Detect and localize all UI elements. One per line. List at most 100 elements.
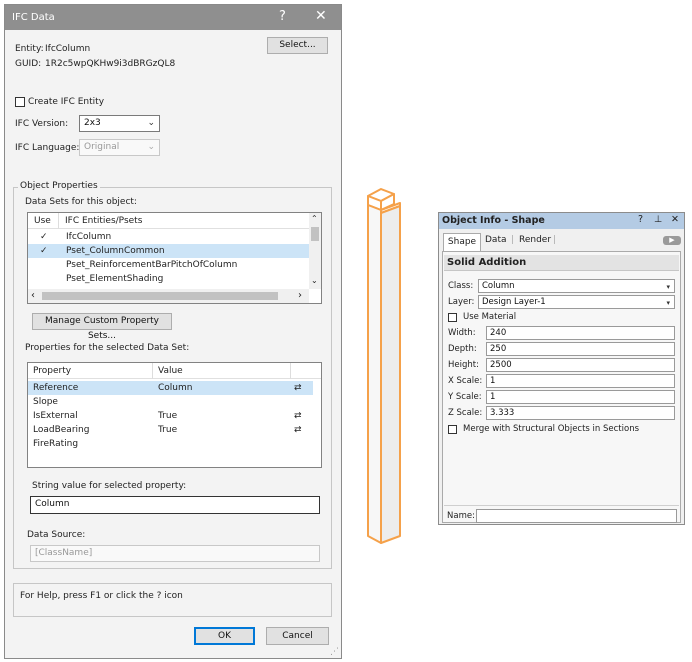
help-icon[interactable]: ? xyxy=(279,9,286,24)
chevron-down-icon: ⌄ xyxy=(147,142,155,152)
name-input[interactable] xyxy=(476,509,677,523)
x-scale-value: 1 xyxy=(490,376,496,386)
resize-grip-icon[interactable]: ⋰ xyxy=(330,647,339,657)
x-scale-label: X Scale: xyxy=(448,376,483,386)
property-name: Slope xyxy=(33,397,58,407)
tab-render[interactable]: Render xyxy=(519,235,551,245)
column-shape[interactable] xyxy=(367,188,401,544)
scroll-left-icon[interactable]: ‹ xyxy=(31,290,35,301)
property-value: True xyxy=(158,411,178,421)
string-value-input[interactable]: Column xyxy=(30,496,320,514)
palette-titlebar[interactable]: Object Info - Shape ? ⊥ ✕ xyxy=(439,213,684,229)
property-name: IsExternal xyxy=(33,411,78,421)
data-source-label: Data Source: xyxy=(27,530,86,540)
close-icon[interactable]: ✕ xyxy=(671,214,679,225)
scroll-thumb[interactable] xyxy=(42,292,278,300)
object-type-header: Solid Addition xyxy=(444,255,679,271)
guid-label: GUID: xyxy=(15,59,42,69)
property-name: Reference xyxy=(33,383,79,393)
horizontal-scrollbar[interactable]: ‹ › xyxy=(28,289,309,303)
string-value-text: Column xyxy=(35,499,70,509)
merge-structural-checkbox[interactable] xyxy=(448,425,457,434)
ifc-data-dialog: IFC Data ? ✕ Entity: IfcColumn GUID: 1R2… xyxy=(4,4,342,659)
table-row[interactable]: LoadBearing True ⇄ xyxy=(28,423,313,437)
properties-list[interactable]: Property Value Reference Column ⇄ Slope … xyxy=(27,362,322,468)
ifc-language-label: IFC Language: xyxy=(15,143,80,153)
check-icon: ✓ xyxy=(40,246,48,256)
column-header-entities[interactable]: IFC Entities/Psets xyxy=(65,216,142,226)
layer-value: Design Layer-1 xyxy=(482,297,546,307)
ifc-version-select[interactable]: 2x3 ⌄ xyxy=(79,115,160,132)
help-icon[interactable]: ? xyxy=(638,214,643,225)
dialog-titlebar[interactable]: IFC Data ? ✕ xyxy=(5,5,341,30)
depth-input[interactable]: 250 xyxy=(486,342,675,356)
select-button[interactable]: Select... xyxy=(267,37,328,54)
z-scale-input[interactable]: 3.333 xyxy=(486,406,675,420)
close-icon[interactable]: ✕ xyxy=(315,8,327,24)
column-divider xyxy=(290,363,291,379)
table-row[interactable]: Slope xyxy=(28,395,313,409)
width-label: Width: xyxy=(448,328,476,338)
manage-custom-property-sets-button[interactable]: Manage Custom Property Sets... xyxy=(32,313,172,341)
scroll-right-icon[interactable]: › xyxy=(298,290,302,301)
data-set-name: Pset_ColumnCommon xyxy=(66,246,165,256)
y-scale-input[interactable]: 1 xyxy=(486,390,675,404)
check-icon: ✓ xyxy=(40,232,48,242)
divider xyxy=(444,505,679,506)
scroll-thumb[interactable] xyxy=(311,227,319,241)
class-value: Column xyxy=(482,281,515,291)
property-value: True xyxy=(158,425,178,435)
pin-icon[interactable]: ⊥ xyxy=(654,214,662,225)
entity-label: Entity: xyxy=(15,44,44,54)
x-scale-input[interactable]: 1 xyxy=(486,374,675,388)
scroll-down-icon[interactable]: ⌄ xyxy=(311,276,318,285)
shape-pane: Solid Addition Class: Column ▾ Layer: De… xyxy=(442,251,681,523)
list-item[interactable]: Pset_ElementShading xyxy=(28,272,309,286)
y-scale-value: 1 xyxy=(490,392,496,402)
help-text: For Help, press F1 or click the ? icon xyxy=(20,591,183,601)
layer-label: Layer: xyxy=(448,297,475,307)
palette-tabs: Shape Data | Render | ▶ xyxy=(443,233,681,251)
layer-select[interactable]: Design Layer-1 ▾ xyxy=(478,295,675,309)
column-header-property[interactable]: Property xyxy=(33,366,71,376)
class-select[interactable]: Column ▾ xyxy=(478,279,675,293)
tab-data[interactable]: Data xyxy=(485,235,507,245)
edit-value-icon[interactable]: ⇄ xyxy=(294,423,302,437)
data-sets-rows: ✓ IfcColumn ✓ Pset_ColumnCommon Pset_Rei… xyxy=(28,230,309,287)
column-header-value[interactable]: Value xyxy=(158,366,183,376)
edit-value-icon[interactable]: ⇄ xyxy=(294,409,302,423)
data-set-name: Pset_ElementShading xyxy=(66,274,164,284)
y-scale-label: Y Scale: xyxy=(448,392,482,402)
width-input[interactable]: 240 xyxy=(486,326,675,340)
list-item[interactable]: Pset_ReinforcementBarPitchOfColumn xyxy=(28,258,309,272)
use-material-checkbox[interactable] xyxy=(448,313,457,322)
data-source-input[interactable]: [ClassName] xyxy=(30,545,320,562)
data-sets-label: Data Sets for this object: xyxy=(25,197,137,207)
help-box: For Help, press F1 or click the ? icon xyxy=(13,583,332,617)
ok-button[interactable]: OK xyxy=(194,627,255,645)
ifc-language-select[interactable]: Original ⌄ xyxy=(79,139,160,156)
table-row[interactable]: Reference Column ⇄ xyxy=(28,381,313,395)
list-item[interactable]: ✓ Pset_ColumnCommon xyxy=(28,244,309,258)
column-3d-view[interactable] xyxy=(360,186,416,546)
create-ifc-entity-checkbox[interactable] xyxy=(15,97,25,107)
scroll-up-icon[interactable]: ⌃ xyxy=(311,214,318,223)
property-name: LoadBearing xyxy=(33,425,90,435)
name-label: Name: xyxy=(447,511,475,521)
data-sets-list[interactable]: Use IFC Entities/Psets ✓ IfcColumn ✓ Pse… xyxy=(27,212,322,304)
list-item[interactable]: ✓ IfcColumn xyxy=(28,230,309,244)
edit-value-icon[interactable]: ⇄ xyxy=(294,381,302,395)
cancel-button[interactable]: Cancel xyxy=(266,627,329,645)
height-input[interactable]: 2500 xyxy=(486,358,675,372)
palette-menu-icon[interactable]: ▶ xyxy=(663,236,681,245)
properties-header: Property Value xyxy=(28,363,321,379)
table-row[interactable]: IsExternal True ⇄ xyxy=(28,409,313,423)
tab-shape[interactable]: Shape xyxy=(443,233,481,251)
vertical-scrollbar[interactable]: ⌃ ⌄ xyxy=(309,213,321,289)
z-scale-label: Z Scale: xyxy=(448,408,483,418)
column-header-use[interactable]: Use xyxy=(34,216,51,226)
property-name: FireRating xyxy=(33,439,79,449)
column-divider xyxy=(152,363,153,379)
data-set-name: IfcColumn xyxy=(66,232,112,242)
table-row[interactable]: FireRating xyxy=(28,437,313,451)
